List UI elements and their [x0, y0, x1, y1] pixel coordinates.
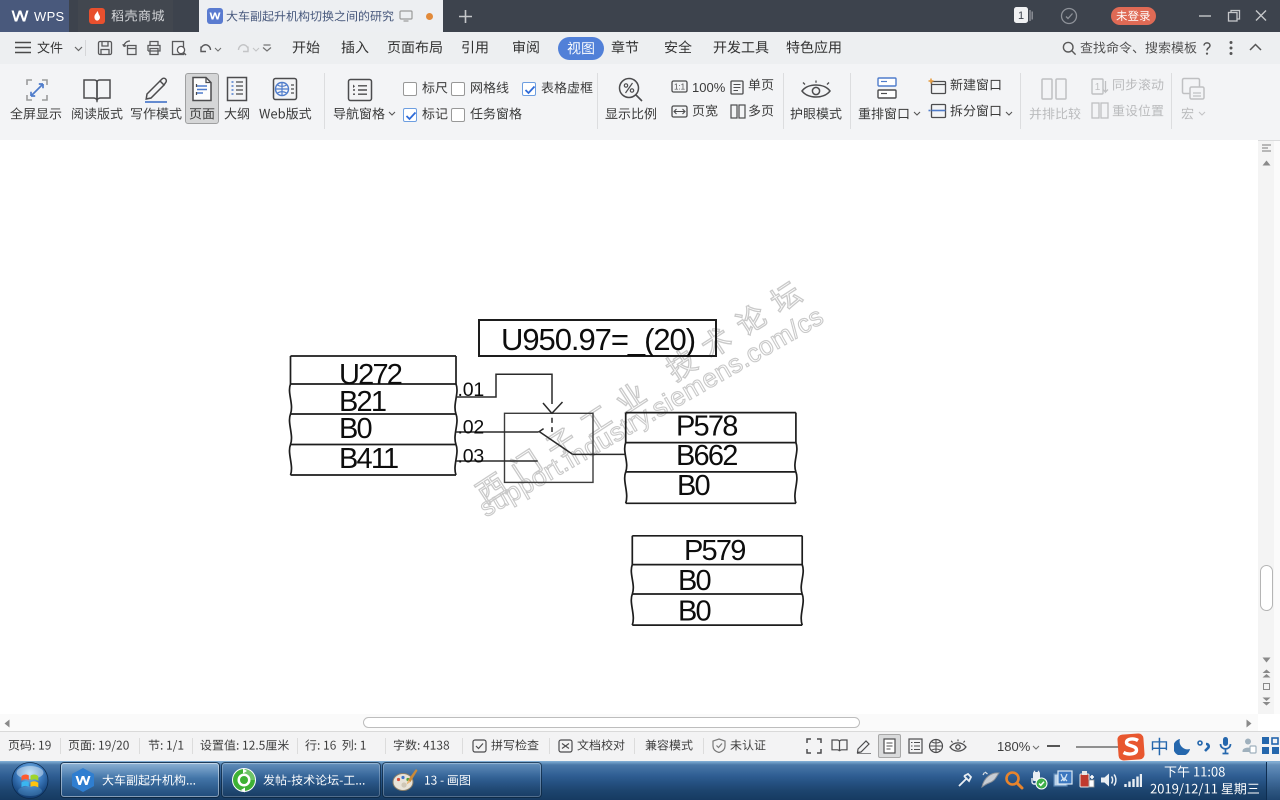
svg-text:B0: B0: [677, 470, 710, 502]
svg-text:1: 1: [1095, 82, 1101, 93]
svg-text:B411: B411: [339, 443, 398, 475]
svg-text:1: 1: [1018, 10, 1024, 22]
svg-text:.03: .03: [458, 446, 485, 468]
svg-text:P579: P579: [684, 535, 745, 567]
svg-text:1:1: 1:1: [674, 83, 686, 92]
svg-text:B662: B662: [676, 440, 737, 472]
svg-text:B0: B0: [678, 596, 711, 628]
svg-text:.02: .02: [458, 417, 485, 439]
svg-text:B0: B0: [339, 413, 372, 445]
svg-text:.01: .01: [458, 379, 485, 401]
svg-text:P578: P578: [676, 411, 737, 443]
svg-text:B0: B0: [678, 565, 711, 597]
svg-text:U950.97=_(20): U950.97=_(20): [501, 322, 695, 357]
